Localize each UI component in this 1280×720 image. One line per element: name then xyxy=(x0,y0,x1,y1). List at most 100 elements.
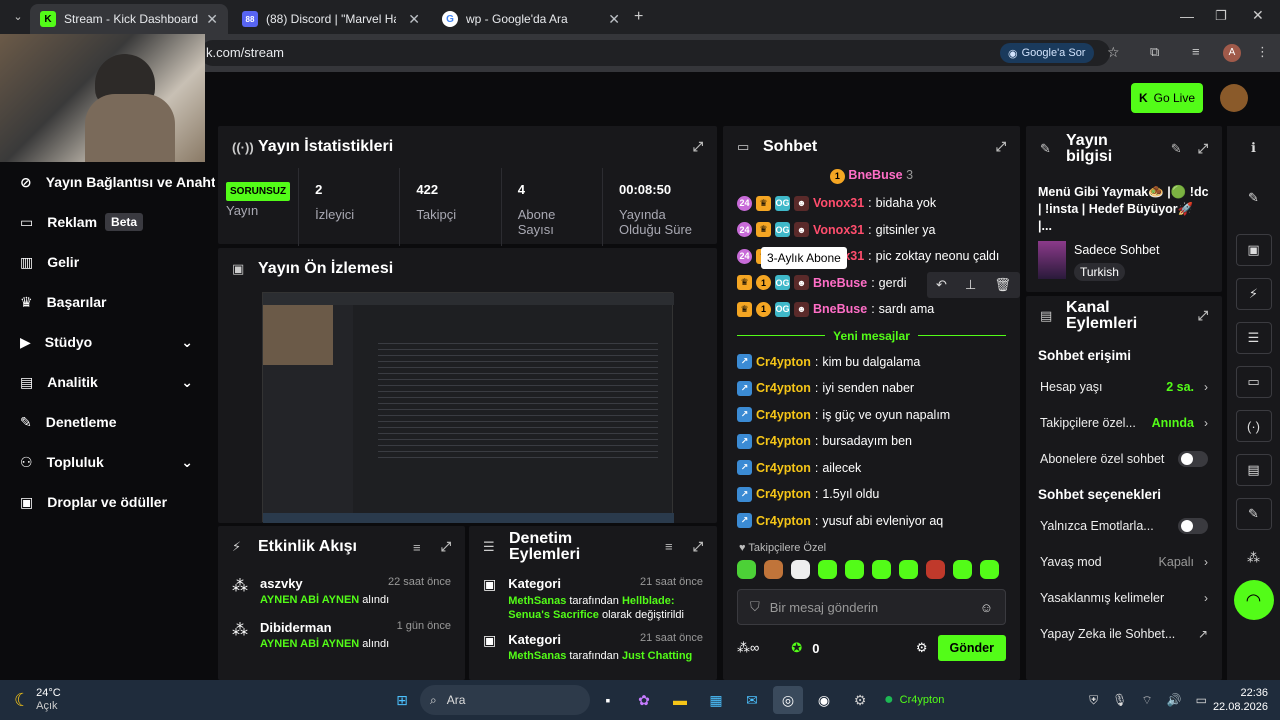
slow-mode-setting[interactable]: Yavaş mod Kapalı › xyxy=(1026,544,1222,580)
store-icon[interactable]: ▦ xyxy=(701,686,731,714)
pencil-icon[interactable]: ✎ xyxy=(1236,182,1272,214)
chat-username[interactable]: Cr4ypton xyxy=(756,408,811,422)
tab-kick-dashboard[interactable]: K Stream - Kick Dashboard ✕ xyxy=(30,4,228,34)
emote-icon[interactable] xyxy=(899,560,918,579)
sidebar-item-achievements[interactable]: ♛ Başarılar xyxy=(0,282,215,322)
filter-icon[interactable]: ≡ xyxy=(665,539,673,555)
category-name[interactable]: Sadece Sohbet xyxy=(1074,243,1160,257)
reply-icon[interactable]: ↶ xyxy=(936,277,947,293)
expand-icon[interactable]: ⤢ xyxy=(1198,308,1208,324)
sub-month-badge-icon[interactable]: 24 xyxy=(737,195,752,211)
crown-badge-icon[interactable]: ♛ xyxy=(737,301,752,317)
sub-badge-icon[interactable]: ☻ xyxy=(794,301,809,317)
url-field[interactable]: k.com/stream xyxy=(200,40,1110,66)
emote-icon[interactable] xyxy=(872,560,891,579)
chat-username[interactable]: Vonox31 xyxy=(813,223,864,237)
sub-badge-icon[interactable]: ☻ xyxy=(794,275,809,291)
rank-badge-icon[interactable]: 1 xyxy=(756,275,771,291)
chat-username[interactable]: Cr4ypton xyxy=(756,434,811,448)
delete-icon[interactable]: 🗑 xyxy=(994,277,1011,293)
sidebar-item-analytics[interactable]: ▤ Analitik ⌄ xyxy=(0,362,215,402)
og-badge-icon[interactable]: OG xyxy=(775,195,790,211)
sidebar-item-revenue[interactable]: ▥ Gelir xyxy=(0,242,215,282)
file-explorer-icon[interactable]: ▬ xyxy=(665,686,695,714)
actions-icon[interactable]: ▤ xyxy=(1235,454,1272,486)
security-icon[interactable]: ⛨ xyxy=(1089,693,1098,708)
chat-icon[interactable]: ▭ xyxy=(1235,366,1272,398)
expand-icon[interactable]: ⤢ xyxy=(693,139,703,155)
followers-only-setting[interactable]: Takipçilere özel... Anında › xyxy=(1026,405,1222,441)
tab-discord[interactable]: 88 (88) Discord | "Marvel Haki... ✕ xyxy=(232,4,430,34)
emote-icon[interactable] xyxy=(764,560,783,579)
emote-icon[interactable] xyxy=(818,560,837,579)
crown-badge-icon[interactable]: ♛ xyxy=(737,275,752,291)
lightning-icon[interactable]: ⚡ xyxy=(1235,278,1272,310)
expand-icon[interactable]: ⤢ xyxy=(1198,141,1208,157)
crown-badge-icon[interactable]: ♛ xyxy=(756,222,771,238)
minimize-button[interactable]: — xyxy=(1180,8,1194,24)
chat-username[interactable]: Cr4ypton xyxy=(756,514,811,528)
chat-username[interactable]: BneBuse xyxy=(813,276,867,290)
bot-badge-icon[interactable]: ↗ xyxy=(737,380,752,396)
pin-icon[interactable]: ⊥ xyxy=(965,277,976,293)
chat-username[interactable]: Cr4ypton xyxy=(756,461,811,475)
preview-panel-icon[interactable]: ▣ xyxy=(1235,234,1272,266)
profile-avatar[interactable]: A xyxy=(1223,44,1241,62)
list-icon[interactable]: ☰ xyxy=(1235,322,1272,354)
sub-month-badge-icon[interactable]: 24 xyxy=(737,248,752,264)
rank-badge-icon[interactable]: 1 xyxy=(756,301,771,317)
mod-tools-icon[interactable]: ⁂ xyxy=(1236,542,1272,574)
emote-icon[interactable] xyxy=(791,560,810,579)
send-button[interactable]: Gönder xyxy=(937,635,1006,661)
wifi-icon[interactable]: ⌔ xyxy=(1141,693,1152,708)
chat-username[interactable]: Cr4ypton xyxy=(756,487,811,501)
og-badge-icon[interactable]: OG xyxy=(775,301,790,317)
clock[interactable]: 22:36 22.08.2026 xyxy=(1213,686,1268,714)
outlook-icon[interactable]: ✉ xyxy=(737,686,767,714)
chat-input[interactable]: ⛉ Bir mesaj gönderin ☺ xyxy=(737,589,1006,625)
expand-icon[interactable]: ⤢ xyxy=(693,539,703,555)
user-avatar[interactable] xyxy=(1220,84,1248,112)
wrench-icon[interactable]: ✎ xyxy=(1235,498,1272,530)
emote-icon[interactable] xyxy=(737,560,756,579)
extensions-icon[interactable]: ⧉ xyxy=(1150,44,1159,60)
chat-username[interactable]: Vonox31 xyxy=(813,196,864,210)
expand-icon[interactable]: ⤢ xyxy=(441,539,451,555)
new-tab-button[interactable]: + xyxy=(634,8,643,26)
support-headset-icon[interactable]: ◠ xyxy=(1233,580,1274,620)
edit-icon[interactable]: ✎ xyxy=(1171,141,1182,157)
tab-list-button[interactable]: ⌄ xyxy=(8,7,28,27)
bot-badge-icon[interactable]: ↗ xyxy=(737,354,752,370)
sidebar-item-drops[interactable]: ▣ Droplar ve ödüller xyxy=(0,482,215,522)
signal-icon[interactable]: (·) xyxy=(1235,410,1272,442)
activity-user[interactable]: aszvky xyxy=(260,576,303,591)
og-badge-icon[interactable]: OG xyxy=(775,222,790,238)
spotify-taskbar-item[interactable]: ● Cr4ypton xyxy=(884,691,1034,709)
mic-icon[interactable]: 🎙 xyxy=(1112,693,1127,707)
sidebar-item-moderation[interactable]: ✎ Denetleme xyxy=(0,402,215,442)
copilot-icon[interactable]: ✿ xyxy=(629,686,659,714)
close-window-button[interactable]: ✕ xyxy=(1252,7,1264,24)
settings-gear-icon[interactable]: ⚙ xyxy=(916,640,928,656)
banned-words-setting[interactable]: Yasaklanmış kelimeler › xyxy=(1026,580,1222,616)
subs-only-toggle[interactable] xyxy=(1178,451,1208,467)
account-age-setting[interactable]: Hesap yaşı 2 sa. › xyxy=(1026,369,1222,405)
sidebar-item-stream-key[interactable]: ⊘ Yayın Bağlantısı ve Anahta xyxy=(0,162,215,202)
battery-icon[interactable]: ▭ xyxy=(1196,693,1207,707)
bot-badge-icon[interactable]: ↗ xyxy=(737,407,752,423)
bot-badge-icon[interactable]: ↗ xyxy=(737,433,752,449)
taskbar-search[interactable]: ⌕ Ara xyxy=(420,685,590,715)
sidebar-item-studio[interactable]: ▶ Stüdyo ⌄ xyxy=(0,322,215,362)
chat-username[interactable]: Cr4ypton xyxy=(756,355,811,369)
emote-icon[interactable] xyxy=(953,560,972,579)
volume-icon[interactable]: 🔊 xyxy=(1167,693,1182,707)
emote-icon[interactable] xyxy=(845,560,864,579)
emote-only-toggle[interactable] xyxy=(1178,518,1208,534)
sub-badge-icon[interactable]: ☻ xyxy=(794,195,809,211)
obs-icon[interactable]: ◉ xyxy=(809,686,839,714)
menu-icon[interactable]: ⋮ xyxy=(1256,44,1269,60)
sub-badge-icon[interactable]: ☻ xyxy=(794,222,809,238)
go-live-button[interactable]: K Go Live xyxy=(1131,83,1203,113)
media-icon[interactable]: ≡ xyxy=(1192,44,1200,59)
windows-start-icon[interactable]: ⊞ xyxy=(387,686,417,714)
